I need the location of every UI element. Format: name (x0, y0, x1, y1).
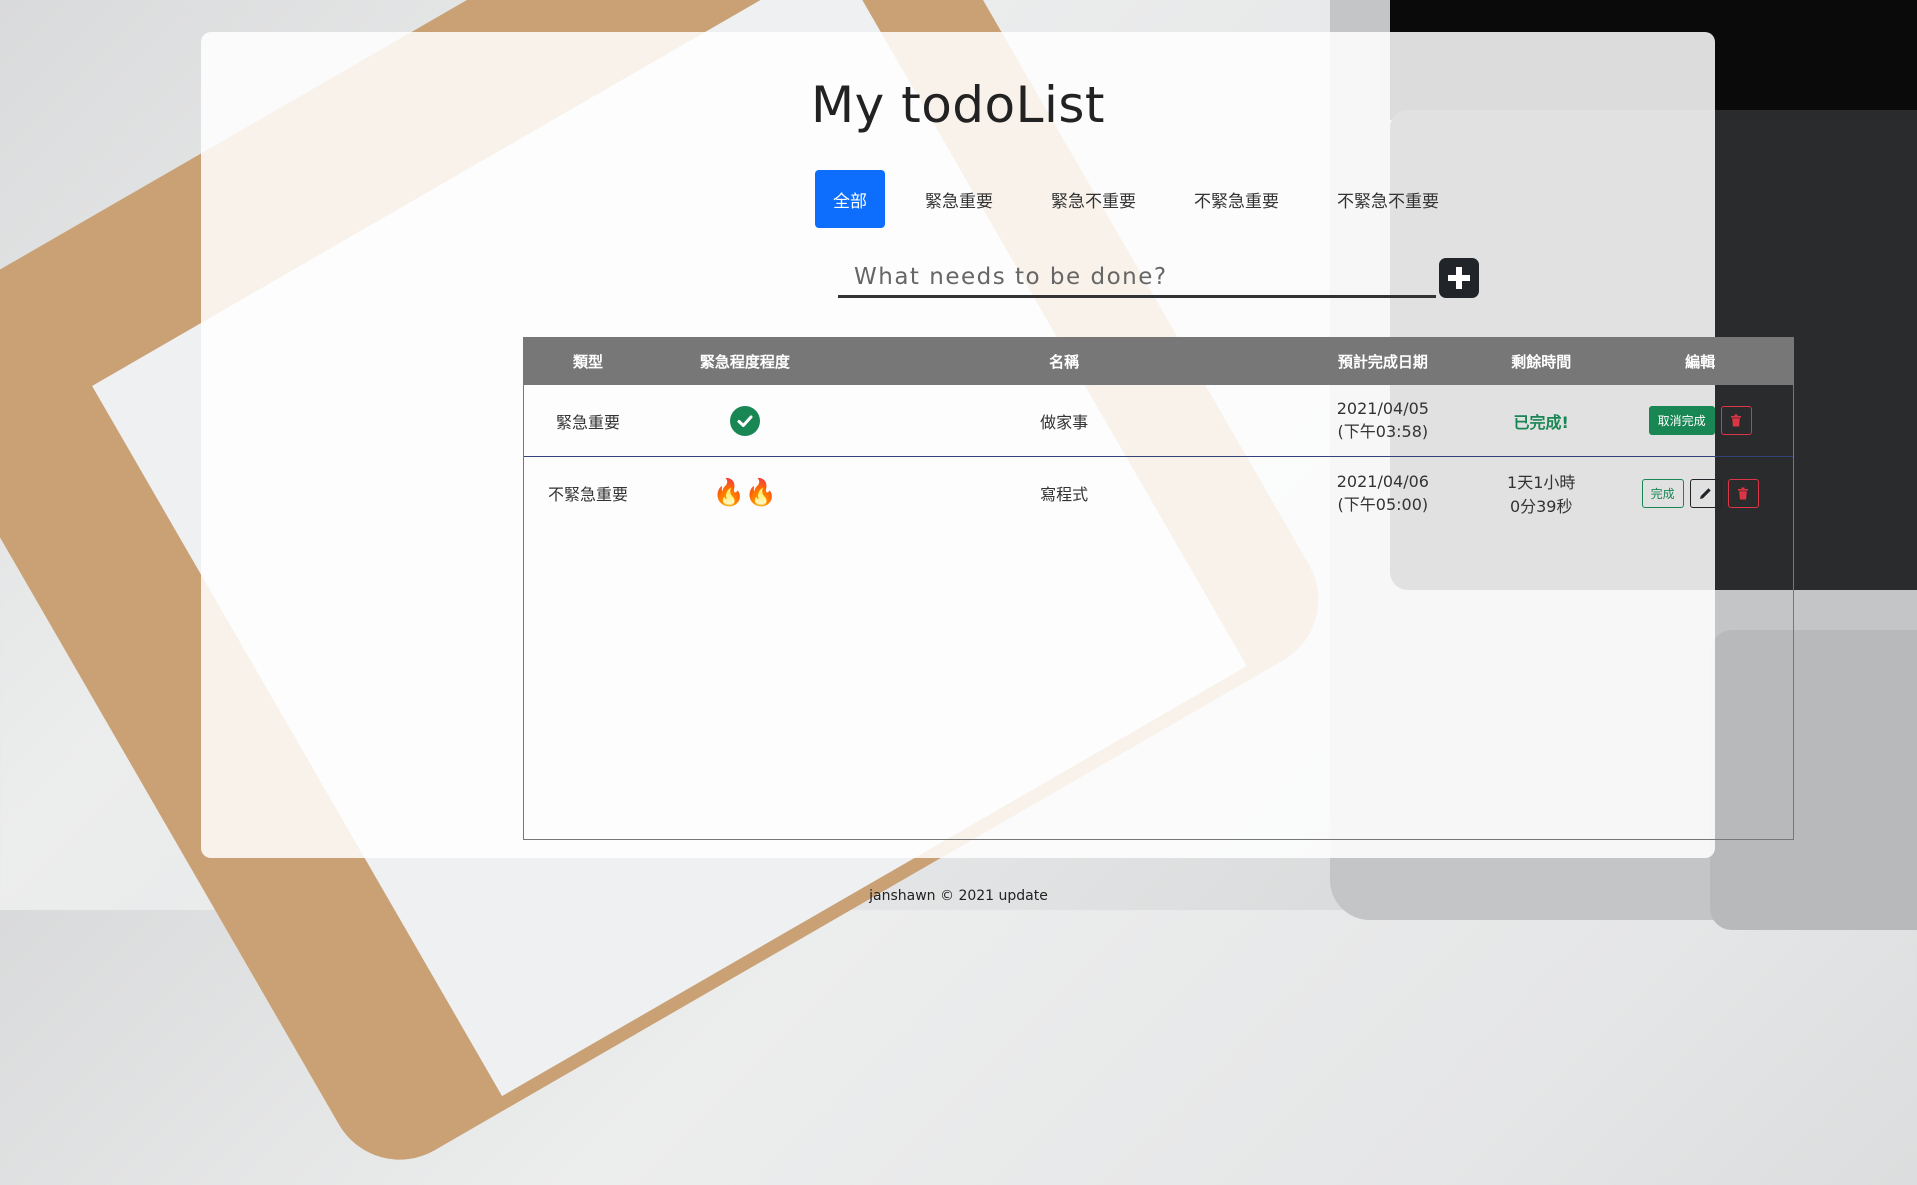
table-row: 緊急重要 做家事 2021/04/05 (下午03:58) 已完成! 取消完成 (524, 385, 1793, 457)
row-name: 寫程式 (1040, 485, 1089, 504)
add-todo-button[interactable] (1439, 258, 1479, 298)
row-urgency (652, 405, 838, 436)
row-urgency: 🔥🔥 (652, 478, 838, 508)
row-date: 2021/04/06 (1336, 471, 1429, 491)
edit-button[interactable] (1689, 478, 1722, 508)
delete-button[interactable] (1720, 406, 1752, 435)
trash-icon (1731, 414, 1742, 427)
row-time: (下午03:58) (1337, 422, 1429, 441)
header-name: 名稱 (1049, 353, 1080, 371)
row-type: 緊急重要 (555, 412, 620, 432)
header-edit: 編輯 (1685, 353, 1716, 371)
plus-icon (1448, 267, 1470, 289)
row-due-date: 2021/04/06 (下午05:00) (1290, 472, 1475, 515)
tab-not-urgent-not-important[interactable]: 不緊急不重要 (1319, 170, 1457, 228)
header-type: 類型 (572, 353, 603, 371)
tab-urgent-important[interactable]: 緊急重要 (907, 170, 1011, 228)
row-due-date: 2021/04/05 (下午03:58) (1290, 399, 1475, 442)
category-tabs: 全部 緊急重要 緊急不重要 不緊急重要 不緊急不重要 (815, 170, 1479, 228)
page-title: My todoList (810, 76, 1106, 134)
check-circle-icon (729, 405, 760, 436)
remaining-line: 0分39秒 (1509, 497, 1573, 516)
row-actions: 取消完成 (1607, 406, 1793, 435)
header-urgency: 緊急程度程度 (699, 353, 790, 371)
todo-input[interactable] (838, 258, 1436, 298)
undo-complete-button[interactable]: 取消完成 (1648, 406, 1715, 435)
todo-table: 類型 緊急程度程度 名稱 預計完成日期 剩餘時間 編輯 緊急重要 做家事 202… (523, 337, 1794, 840)
pencil-icon (1700, 487, 1711, 499)
row-remaining: 已完成! (1513, 412, 1569, 432)
row-actions: 完成 (1607, 478, 1793, 508)
row-type: 不緊急重要 (547, 485, 628, 504)
complete-button[interactable]: 完成 (1641, 478, 1684, 508)
trash-icon (1738, 487, 1749, 499)
tab-all[interactable]: 全部 (815, 170, 885, 228)
header-due-date: 預計完成日期 (1337, 353, 1428, 371)
row-time: (下午05:00) (1337, 494, 1429, 514)
row-date: 2021/04/05 (1336, 399, 1429, 418)
delete-button[interactable] (1727, 478, 1759, 508)
header-remaining: 剩餘時間 (1511, 353, 1572, 371)
footer-text: janshawn © 2021 update (869, 888, 1048, 904)
table-row: 不緊急重要 🔥🔥 寫程式 2021/04/06 (下午05:00) 1天1小時 … (524, 457, 1793, 529)
tab-not-urgent-important[interactable]: 不緊急重要 (1176, 170, 1297, 228)
row-remaining: 1天1小時 0分39秒 (1475, 469, 1607, 517)
add-todo-row (838, 258, 1479, 298)
fire-icon: 🔥 (712, 478, 745, 508)
todo-panel: My todoList 全部 緊急重要 緊急不重要 不緊急重要 不緊急不重要 類… (201, 32, 1794, 858)
fire-icon: 🔥 (744, 478, 778, 508)
row-name: 做家事 (1040, 412, 1089, 432)
tab-urgent-not-important[interactable]: 緊急不重要 (1033, 170, 1154, 228)
table-header: 類型 緊急程度程度 名稱 預計完成日期 剩餘時間 編輯 (524, 338, 1793, 385)
remaining-line: 1天1小時 (1507, 473, 1576, 492)
